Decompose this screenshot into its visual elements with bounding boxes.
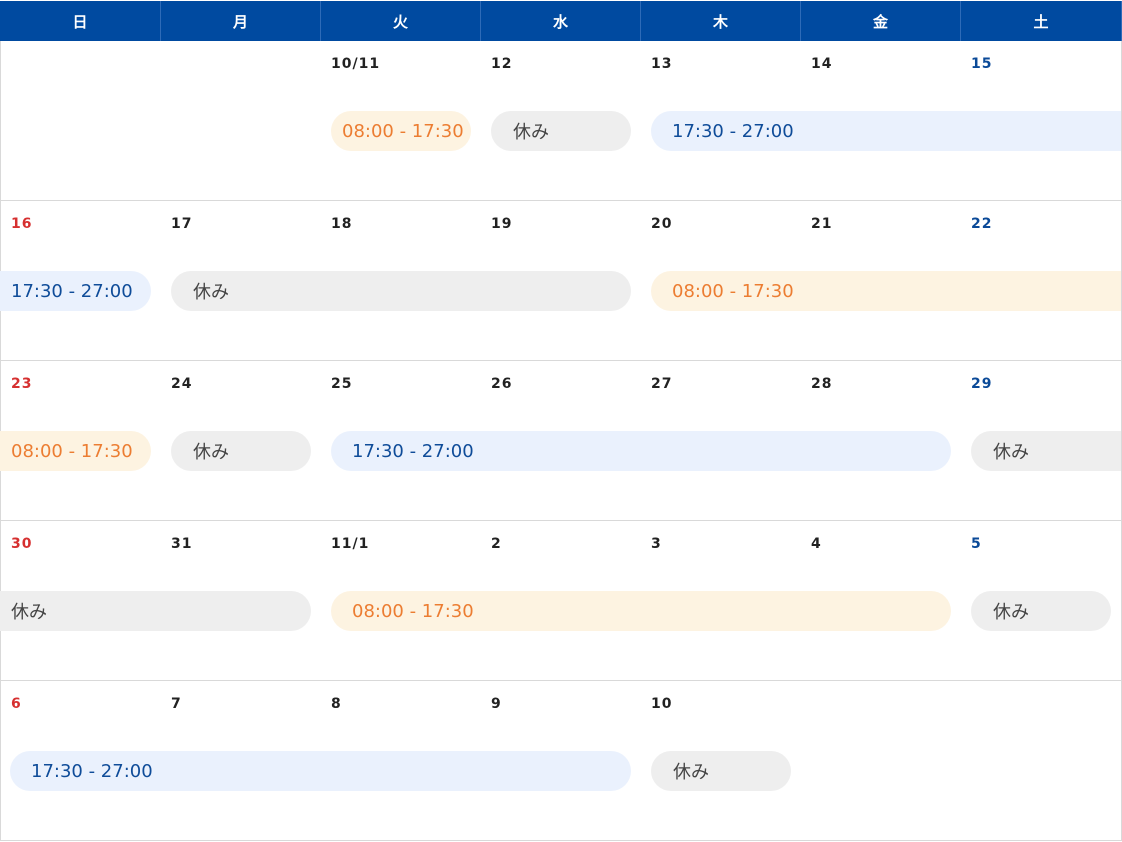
day-off-event[interactable]: 休み xyxy=(971,431,1121,471)
day-number: 8 xyxy=(331,696,342,712)
shift-event[interactable]: 17:30 - 27:00 xyxy=(651,111,1121,151)
day-number: 10/11 xyxy=(331,56,381,72)
day-number: 28 xyxy=(811,376,833,392)
day-number: 24 xyxy=(171,376,193,392)
day-number: 25 xyxy=(331,376,353,392)
day-number: 21 xyxy=(811,216,833,232)
weekday-header-fri: 金 xyxy=(801,1,961,41)
weekday-header-sun: 日 xyxy=(0,1,161,41)
day-number: 22 xyxy=(971,216,993,232)
day-number: 16 xyxy=(11,216,33,232)
day-number: 18 xyxy=(331,216,353,232)
day-off-event[interactable]: 休み xyxy=(171,271,631,311)
day-number: 26 xyxy=(491,376,513,392)
day-cell[interactable] xyxy=(0,41,162,201)
day-cell[interactable] xyxy=(161,41,322,201)
day-number: 5 xyxy=(971,536,982,552)
day-number: 2 xyxy=(491,536,502,552)
day-number: 10 xyxy=(651,696,673,712)
day-number: 23 xyxy=(11,376,33,392)
day-number: 4 xyxy=(811,536,822,552)
day-off-event[interactable]: 休み xyxy=(491,111,631,151)
day-number: 15 xyxy=(971,56,993,72)
shift-event[interactable]: 08:00 - 17:30 xyxy=(331,111,471,151)
day-number: 20 xyxy=(651,216,673,232)
day-off-event[interactable]: 休み xyxy=(171,431,311,471)
day-number: 11/1 xyxy=(331,536,370,552)
day-cell[interactable] xyxy=(801,681,962,841)
shift-event[interactable]: 08:00 - 17:30 xyxy=(331,591,951,631)
day-number: 3 xyxy=(651,536,662,552)
day-number: 14 xyxy=(811,56,833,72)
day-number: 19 xyxy=(491,216,513,232)
day-number: 27 xyxy=(651,376,673,392)
weekday-header-sat: 土 xyxy=(961,1,1122,41)
shift-event[interactable]: 08:00 - 17:30 xyxy=(651,271,1121,311)
weekday-header-mon: 月 xyxy=(161,1,321,41)
day-number: 12 xyxy=(491,56,513,72)
day-cell[interactable] xyxy=(961,681,1122,841)
day-number: 29 xyxy=(971,376,993,392)
day-off-event[interactable]: 休み xyxy=(971,591,1111,631)
day-off-event[interactable]: 休み xyxy=(651,751,791,791)
day-number: 17 xyxy=(171,216,193,232)
weekday-header-tue: 火 xyxy=(321,1,481,41)
day-number: 6 xyxy=(11,696,22,712)
shift-event[interactable]: 17:30 - 27:00 xyxy=(10,751,631,791)
day-number: 9 xyxy=(491,696,502,712)
day-off-event[interactable]: 休み xyxy=(0,591,311,631)
shift-calendar: 日月火水木金土 10/11 12 13 14 15 16 17 18 19 20 21 22 23 24 25… xyxy=(0,0,1122,842)
day-number: 31 xyxy=(171,536,193,552)
shift-event[interactable]: 08:00 - 17:30 xyxy=(0,431,151,471)
day-number: 7 xyxy=(171,696,182,712)
shift-event[interactable]: 17:30 - 27:00 xyxy=(331,431,951,471)
weekday-header-wed: 水 xyxy=(481,1,641,41)
weekday-header-thu: 木 xyxy=(641,1,801,41)
day-number: 13 xyxy=(651,56,673,72)
shift-event[interactable]: 17:30 - 27:00 xyxy=(0,271,151,311)
day-number: 30 xyxy=(11,536,33,552)
